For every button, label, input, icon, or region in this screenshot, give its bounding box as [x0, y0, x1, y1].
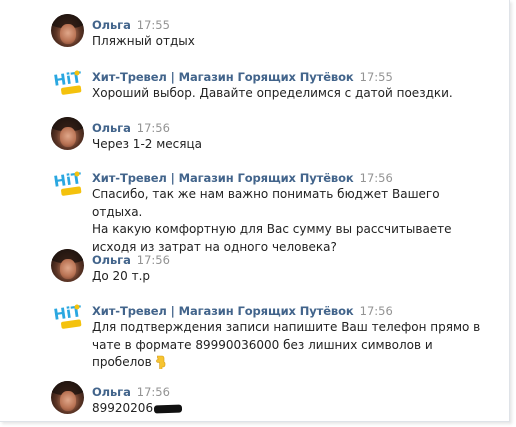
sender-name[interactable]: Ольга: [92, 253, 131, 267]
message-item: Ольга 17:56 89920206: [0, 381, 500, 417]
message-text: Через 1-2 месяца: [92, 136, 492, 154]
message-text: Для подтверждения записи напишите Ваш те…: [92, 319, 492, 375]
hit-travel-logo-icon: HiT: [52, 302, 83, 329]
message-line: Пляжный отдых: [92, 34, 195, 48]
message-time[interactable]: 17:56: [137, 385, 170, 399]
message-header: Ольга 17:56: [92, 117, 170, 135]
hit-travel-logo-avatar[interactable]: HiT: [51, 299, 85, 333]
message-line: Через 1-2 месяца: [92, 137, 202, 151]
message-line: Хороший выбор. Давайте определимся с дат…: [92, 86, 453, 100]
message-line: 89920206: [92, 400, 492, 418]
phone-number-text: 89920206: [92, 401, 154, 415]
message-item: Ольга 17:56 Через 1-2 месяца: [0, 117, 500, 153]
user-avatar[interactable]: [51, 117, 84, 150]
message-time[interactable]: 17:56: [360, 171, 393, 185]
message-line: До 20 т.р: [92, 269, 151, 283]
sender-name[interactable]: Ольга: [92, 18, 131, 32]
message-line: На какую комфортную для Вас сумму вы рас…: [92, 222, 452, 236]
message-line: пробелов: [92, 355, 152, 369]
message-header: Ольга 17:56: [92, 249, 170, 267]
message-time[interactable]: 17:56: [360, 304, 393, 318]
pointing-down-hand-icon: [154, 355, 166, 375]
message-time[interactable]: 17:55: [137, 18, 170, 32]
sender-name[interactable]: Хит-Тревел | Магазин Горящих Путёвок: [92, 70, 354, 84]
message-item: Ольга 17:55 Пляжный отдых: [0, 14, 500, 50]
message-item: HiT Хит-Тревел | Магазин Горящих Путёвок…: [0, 65, 500, 103]
message-header: Хит-Тревел | Магазин Горящих Путёвок 17:5…: [92, 300, 393, 318]
message-header: Ольга 17:56: [92, 381, 170, 399]
message-text: 89920206: [92, 400, 492, 418]
message-text: До 20 т.р: [92, 268, 492, 286]
redaction-mark: [153, 404, 183, 414]
user-avatar[interactable]: [51, 381, 84, 414]
message-time[interactable]: 17:56: [137, 253, 170, 267]
message-item: Ольга 17:56 До 20 т.р: [0, 249, 500, 285]
hit-travel-logo-avatar[interactable]: HiT: [51, 65, 85, 99]
message-text: Хороший выбор. Давайте определимся с дат…: [92, 85, 492, 103]
hit-travel-logo-icon: HiT: [52, 68, 83, 95]
user-avatar[interactable]: [51, 14, 84, 47]
sender-name[interactable]: Ольга: [92, 121, 131, 135]
message-time[interactable]: 17:56: [137, 121, 170, 135]
message-item: HiT Хит-Тревел | Магазин Горящих Путёвок…: [0, 166, 500, 254]
hit-travel-logo-avatar[interactable]: HiT: [51, 166, 85, 200]
message-text: Пляжный отдых: [92, 33, 492, 51]
message-line: Для подтверждения записи напишите Ваш те…: [92, 320, 481, 334]
hit-travel-logo-icon: HiT: [52, 169, 83, 196]
sender-name[interactable]: Хит-Тревел | Магазин Горящих Путёвок: [92, 304, 354, 318]
message-line-with-emoji: пробелов: [92, 354, 492, 375]
message-text: Спасибо, так же нам важно понимать бюдже…: [92, 186, 492, 256]
message-header: Ольга 17:55: [92, 14, 170, 32]
message-header: Хит-Тревел | Магазин Горящих Путёвок 17:5…: [92, 66, 393, 84]
message-line: чате в формате 89990036000 без лишних си…: [92, 337, 433, 352]
user-avatar[interactable]: [51, 249, 84, 282]
sender-name[interactable]: Ольга: [92, 385, 131, 399]
message-line: Спасибо, так же нам важно понимать бюдже…: [92, 187, 440, 219]
message-header: Хит-Тревел | Магазин Горящих Путёвок 17:5…: [92, 167, 393, 185]
chat-history-panel: Ольга 17:55 Пляжный отдых HiT Хит-Тревел …: [0, 0, 510, 422]
message-item: HiT Хит-Тревел | Магазин Горящих Путёвок…: [0, 299, 500, 370]
message-time[interactable]: 17:55: [360, 70, 393, 84]
sender-name[interactable]: Хит-Тревел | Магазин Горящих Путёвок: [92, 171, 354, 185]
